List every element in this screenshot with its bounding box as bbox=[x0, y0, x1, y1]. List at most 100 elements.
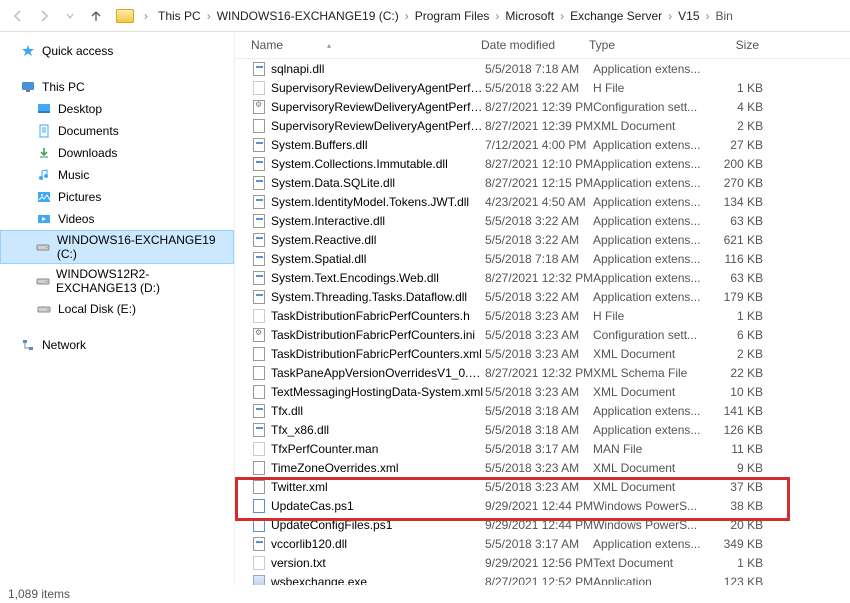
nav-item[interactable]: Documents bbox=[0, 120, 234, 142]
col-date[interactable]: Date modified bbox=[481, 38, 589, 52]
file-row[interactable]: TaskPaneAppVersionOverridesV1_0.xsd8/27/… bbox=[251, 363, 850, 382]
file-date: 8/27/2021 12:32 PM bbox=[485, 271, 593, 285]
file-name: SupervisoryReviewDeliveryAgentPerfCou... bbox=[271, 81, 485, 95]
file-size: 9 KB bbox=[703, 461, 763, 475]
forward-button[interactable] bbox=[34, 6, 54, 26]
file-icon bbox=[251, 328, 267, 342]
file-row[interactable]: TextMessagingHostingData-System.xml5/5/2… bbox=[251, 382, 850, 401]
network[interactable]: Network bbox=[0, 334, 234, 356]
file-row[interactable]: SupervisoryReviewDeliveryAgentPerfCou...… bbox=[251, 78, 850, 97]
nav-item-label: Music bbox=[58, 168, 89, 182]
file-row[interactable]: vccorlib120.dll5/5/2018 3:17 AMApplicati… bbox=[251, 534, 850, 553]
file-size: 116 KB bbox=[703, 252, 763, 266]
col-type[interactable]: Type bbox=[589, 38, 699, 52]
file-size: 1 KB bbox=[703, 556, 763, 570]
file-name: wsbexchange.exe bbox=[271, 575, 485, 586]
back-button[interactable] bbox=[8, 6, 28, 26]
nav-item-label: Desktop bbox=[58, 102, 102, 116]
recent-locations-button[interactable] bbox=[60, 6, 80, 26]
nav-item[interactable]: Videos bbox=[0, 208, 234, 230]
nav-item-label: Pictures bbox=[58, 190, 101, 204]
file-row[interactable]: System.Text.Encodings.Web.dll8/27/2021 1… bbox=[251, 268, 850, 287]
file-icon bbox=[251, 233, 267, 247]
file-row[interactable]: TfxPerfCounter.man5/5/2018 3:17 AMMAN Fi… bbox=[251, 439, 850, 458]
file-row[interactable]: wsbexchange.exe8/27/2021 12:52 PMApplica… bbox=[251, 572, 850, 585]
file-row[interactable]: System.Interactive.dll5/5/2018 3:22 AMAp… bbox=[251, 211, 850, 230]
breadcrumb-segment[interactable]: Program Files bbox=[411, 7, 494, 25]
file-row[interactable]: System.Threading.Tasks.Dataflow.dll5/5/2… bbox=[251, 287, 850, 306]
file-row[interactable]: Twitter.xml5/5/2018 3:23 AMXML Document3… bbox=[251, 477, 850, 496]
nav-item-label: Videos bbox=[58, 212, 94, 226]
nav-item[interactable]: WINDOWS16-EXCHANGE19 (C:) bbox=[0, 230, 234, 264]
navigation-pane: Quick access This PC Desktop DocumentsDow… bbox=[0, 32, 235, 585]
nav-item[interactable]: Pictures bbox=[0, 186, 234, 208]
breadcrumb-segment[interactable]: Bin bbox=[712, 7, 737, 25]
file-type: H File bbox=[593, 81, 703, 95]
breadcrumb-segment[interactable]: Exchange Server bbox=[566, 7, 666, 25]
file-date: 4/23/2021 4:50 AM bbox=[485, 195, 593, 209]
file-type: Application extens... bbox=[593, 214, 703, 228]
breadcrumb-segment[interactable]: Microsoft bbox=[501, 7, 558, 25]
file-date: 8/27/2021 12:10 PM bbox=[485, 157, 593, 171]
desktop-icon bbox=[36, 101, 52, 117]
quick-access[interactable]: Quick access bbox=[0, 40, 234, 62]
file-name: version.txt bbox=[271, 556, 485, 570]
file-type: Application extens... bbox=[593, 537, 703, 551]
nav-item[interactable]: WINDOWS12R2-EXCHANGE13 (D:) bbox=[0, 264, 234, 298]
file-row[interactable]: SupervisoryReviewDeliveryAgentPerfCou...… bbox=[251, 97, 850, 116]
file-icon bbox=[251, 366, 267, 380]
this-pc[interactable]: This PC bbox=[0, 76, 234, 98]
file-row[interactable]: UpdateCas.ps19/29/2021 12:44 PMWindows P… bbox=[251, 496, 850, 515]
file-size: 11 KB bbox=[703, 442, 763, 456]
file-row[interactable]: SupervisoryReviewDeliveryAgentPerfCou...… bbox=[251, 116, 850, 135]
file-type: Application extens... bbox=[593, 290, 703, 304]
file-row[interactable]: System.Buffers.dll7/12/2021 4:00 PMAppli… bbox=[251, 135, 850, 154]
file-icon bbox=[251, 176, 267, 190]
item-count: 1,089 items bbox=[8, 587, 70, 601]
file-name: TaskDistributionFabricPerfCounters.xml bbox=[271, 347, 485, 361]
file-row[interactable]: Tfx.dll5/5/2018 3:18 AMApplication exten… bbox=[251, 401, 850, 420]
file-icon bbox=[251, 100, 267, 114]
breadcrumb[interactable]: This PC›WINDOWS16-EXCHANGE19 (C:)›Progra… bbox=[154, 7, 842, 25]
file-row[interactable]: TaskDistributionFabricPerfCounters.h5/5/… bbox=[251, 306, 850, 325]
breadcrumb-segment[interactable]: V15 bbox=[674, 7, 703, 25]
file-date: 5/5/2018 3:23 AM bbox=[485, 385, 593, 399]
nav-item[interactable]: Downloads bbox=[0, 142, 234, 164]
file-row[interactable]: System.Collections.Immutable.dll8/27/202… bbox=[251, 154, 850, 173]
file-icon bbox=[251, 461, 267, 475]
col-name[interactable]: Name bbox=[251, 38, 283, 52]
up-button[interactable] bbox=[86, 6, 106, 26]
file-type: Application extens... bbox=[593, 404, 703, 418]
nav-item[interactable]: Local Disk (E:) bbox=[0, 298, 234, 320]
file-name: System.Text.Encodings.Web.dll bbox=[271, 271, 485, 285]
file-row[interactable]: TimeZoneOverrides.xml5/5/2018 3:23 AMXML… bbox=[251, 458, 850, 477]
file-date: 5/5/2018 3:22 AM bbox=[485, 81, 593, 95]
file-row[interactable]: TaskDistributionFabricPerfCounters.ini5/… bbox=[251, 325, 850, 344]
file-row[interactable]: version.txt9/29/2021 12:56 PMText Docume… bbox=[251, 553, 850, 572]
file-name: SupervisoryReviewDeliveryAgentPerfCou... bbox=[271, 119, 485, 133]
file-type: Application extens... bbox=[593, 252, 703, 266]
file-row[interactable]: System.Spatial.dll5/5/2018 7:18 AMApplic… bbox=[251, 249, 850, 268]
file-row[interactable]: System.Reactive.dll5/5/2018 3:22 AMAppli… bbox=[251, 230, 850, 249]
file-row[interactable]: Tfx_x86.dll5/5/2018 3:18 AMApplication e… bbox=[251, 420, 850, 439]
file-type: Application extens... bbox=[593, 157, 703, 171]
file-name: System.Reactive.dll bbox=[271, 233, 485, 247]
nav-item[interactable]: Music bbox=[0, 164, 234, 186]
file-row[interactable]: System.Data.SQLite.dll8/27/2021 12:15 PM… bbox=[251, 173, 850, 192]
file-size: 126 KB bbox=[703, 423, 763, 437]
drive-icon bbox=[36, 273, 50, 289]
file-row[interactable]: System.IdentityModel.Tokens.JWT.dll4/23/… bbox=[251, 192, 850, 211]
file-row[interactable]: UpdateConfigFiles.ps19/29/2021 12:44 PMW… bbox=[251, 515, 850, 534]
breadcrumb-segment[interactable]: WINDOWS16-EXCHANGE19 (C:) bbox=[213, 7, 403, 25]
nav-item[interactable]: Desktop bbox=[0, 98, 234, 120]
file-size: 270 KB bbox=[703, 176, 763, 190]
col-size[interactable]: Size bbox=[699, 38, 759, 52]
file-row[interactable]: sqlnapi.dll5/5/2018 7:18 AMApplication e… bbox=[251, 59, 850, 78]
file-row[interactable]: TaskDistributionFabricPerfCounters.xml5/… bbox=[251, 344, 850, 363]
file-icon bbox=[251, 195, 267, 209]
file-name: TextMessagingHostingData-System.xml bbox=[271, 385, 485, 399]
file-type: Application extens... bbox=[593, 176, 703, 190]
column-headers[interactable]: Name▴ Date modified Type Size bbox=[235, 32, 850, 59]
breadcrumb-segment[interactable]: This PC bbox=[154, 7, 205, 25]
file-size: 63 KB bbox=[703, 214, 763, 228]
